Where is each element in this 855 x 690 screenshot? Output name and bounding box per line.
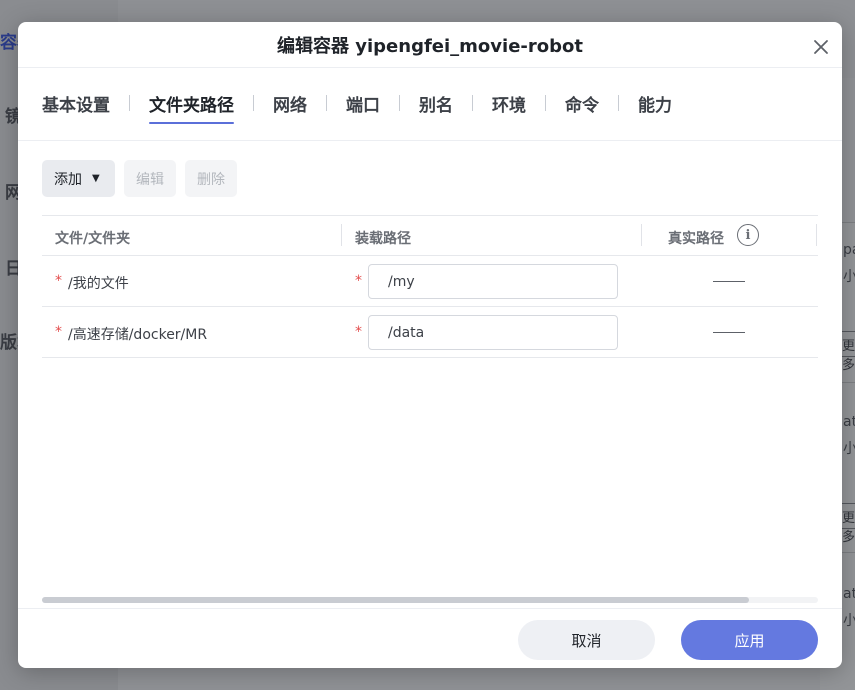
caret-down-icon: ▼	[92, 173, 100, 184]
column-divider[interactable]	[816, 224, 817, 246]
bg-card-text: at	[843, 586, 855, 602]
dialog-header: 编辑容器 yipengfei_movie-robot	[18, 22, 842, 68]
table-header: 文件/文件夹 装载路径 真实路径 i	[42, 215, 818, 256]
tab-separator	[253, 95, 254, 111]
close-icon-glyph	[814, 40, 828, 54]
table-row[interactable]: * /我的文件 * /my ——	[42, 256, 818, 307]
tab-command[interactable]: 命令	[565, 91, 599, 124]
close-icon[interactable]	[810, 36, 832, 58]
toolbar: 添加 ▼ 编辑 删除	[42, 160, 237, 197]
tab-separator	[472, 95, 473, 111]
tab-bar: 基本设置 文件夹路径 网络 端口 别名 环境 命令 能力	[42, 90, 672, 124]
scrollbar-thumb[interactable]	[42, 597, 749, 603]
add-dropdown-button[interactable]: 添加 ▼	[42, 160, 115, 197]
column-divider[interactable]	[341, 224, 342, 246]
delete-button[interactable]: 删除	[185, 160, 237, 197]
volume-table: 文件/文件夹 装载路径 真实路径 i * /我的文件 * /my —— * /高…	[42, 215, 818, 358]
tab-separator	[618, 95, 619, 111]
dialog-title: 编辑容器 yipengfei_movie-robot	[277, 35, 583, 57]
tab-basic-settings[interactable]: 基本设置	[42, 91, 110, 124]
cancel-button[interactable]: 取消	[518, 620, 655, 660]
header-mount-path: 装载路径	[355, 231, 411, 247]
file-path-cell: /高速存储/docker/MR	[68, 327, 208, 343]
edit-button[interactable]: 编辑	[124, 160, 176, 197]
bg-card-text: at	[843, 414, 855, 430]
tab-separator	[326, 95, 327, 111]
required-mark: *	[355, 324, 362, 340]
file-path-cell: /我的文件	[68, 276, 129, 292]
tab-alias[interactable]: 别名	[419, 91, 453, 124]
tab-separator	[399, 95, 400, 111]
header-file-folder: 文件/文件夹	[55, 231, 131, 247]
bg-card-text: 小	[843, 269, 855, 285]
tab-network[interactable]: 网络	[273, 91, 307, 124]
apply-button[interactable]: 应用	[681, 620, 818, 660]
horizontal-scrollbar[interactable]	[42, 597, 818, 603]
bg-card-text: pa	[843, 242, 855, 258]
info-icon[interactable]: i	[737, 224, 759, 246]
mount-path-input[interactable]: /my	[368, 264, 618, 299]
add-button-label: 添加	[54, 171, 82, 188]
tabs-divider	[18, 140, 842, 141]
edit-container-dialog: 编辑容器 yipengfei_movie-robot 基本设置 文件夹路径 网络…	[18, 22, 842, 668]
dialog-footer: 取消 应用	[18, 608, 842, 668]
real-path-empty	[713, 332, 745, 333]
tab-separator	[129, 95, 130, 111]
tab-port[interactable]: 端口	[346, 91, 380, 124]
required-mark: *	[355, 273, 362, 289]
required-mark: *	[55, 273, 62, 289]
tab-capability[interactable]: 能力	[638, 91, 672, 124]
table-row[interactable]: * /高速存储/docker/MR * /data ——	[42, 307, 818, 358]
column-divider[interactable]	[641, 224, 642, 246]
required-mark: *	[55, 324, 62, 340]
mount-path-input[interactable]: /data	[368, 315, 618, 350]
tab-folder-path[interactable]: 文件夹路径	[149, 91, 234, 124]
bg-card-text: 小	[843, 613, 855, 629]
tab-separator	[545, 95, 546, 111]
header-real-path: 真实路径	[668, 231, 724, 247]
bg-card-text: 小	[843, 441, 855, 457]
real-path-empty	[713, 281, 745, 282]
tab-environment[interactable]: 环境	[492, 91, 526, 124]
